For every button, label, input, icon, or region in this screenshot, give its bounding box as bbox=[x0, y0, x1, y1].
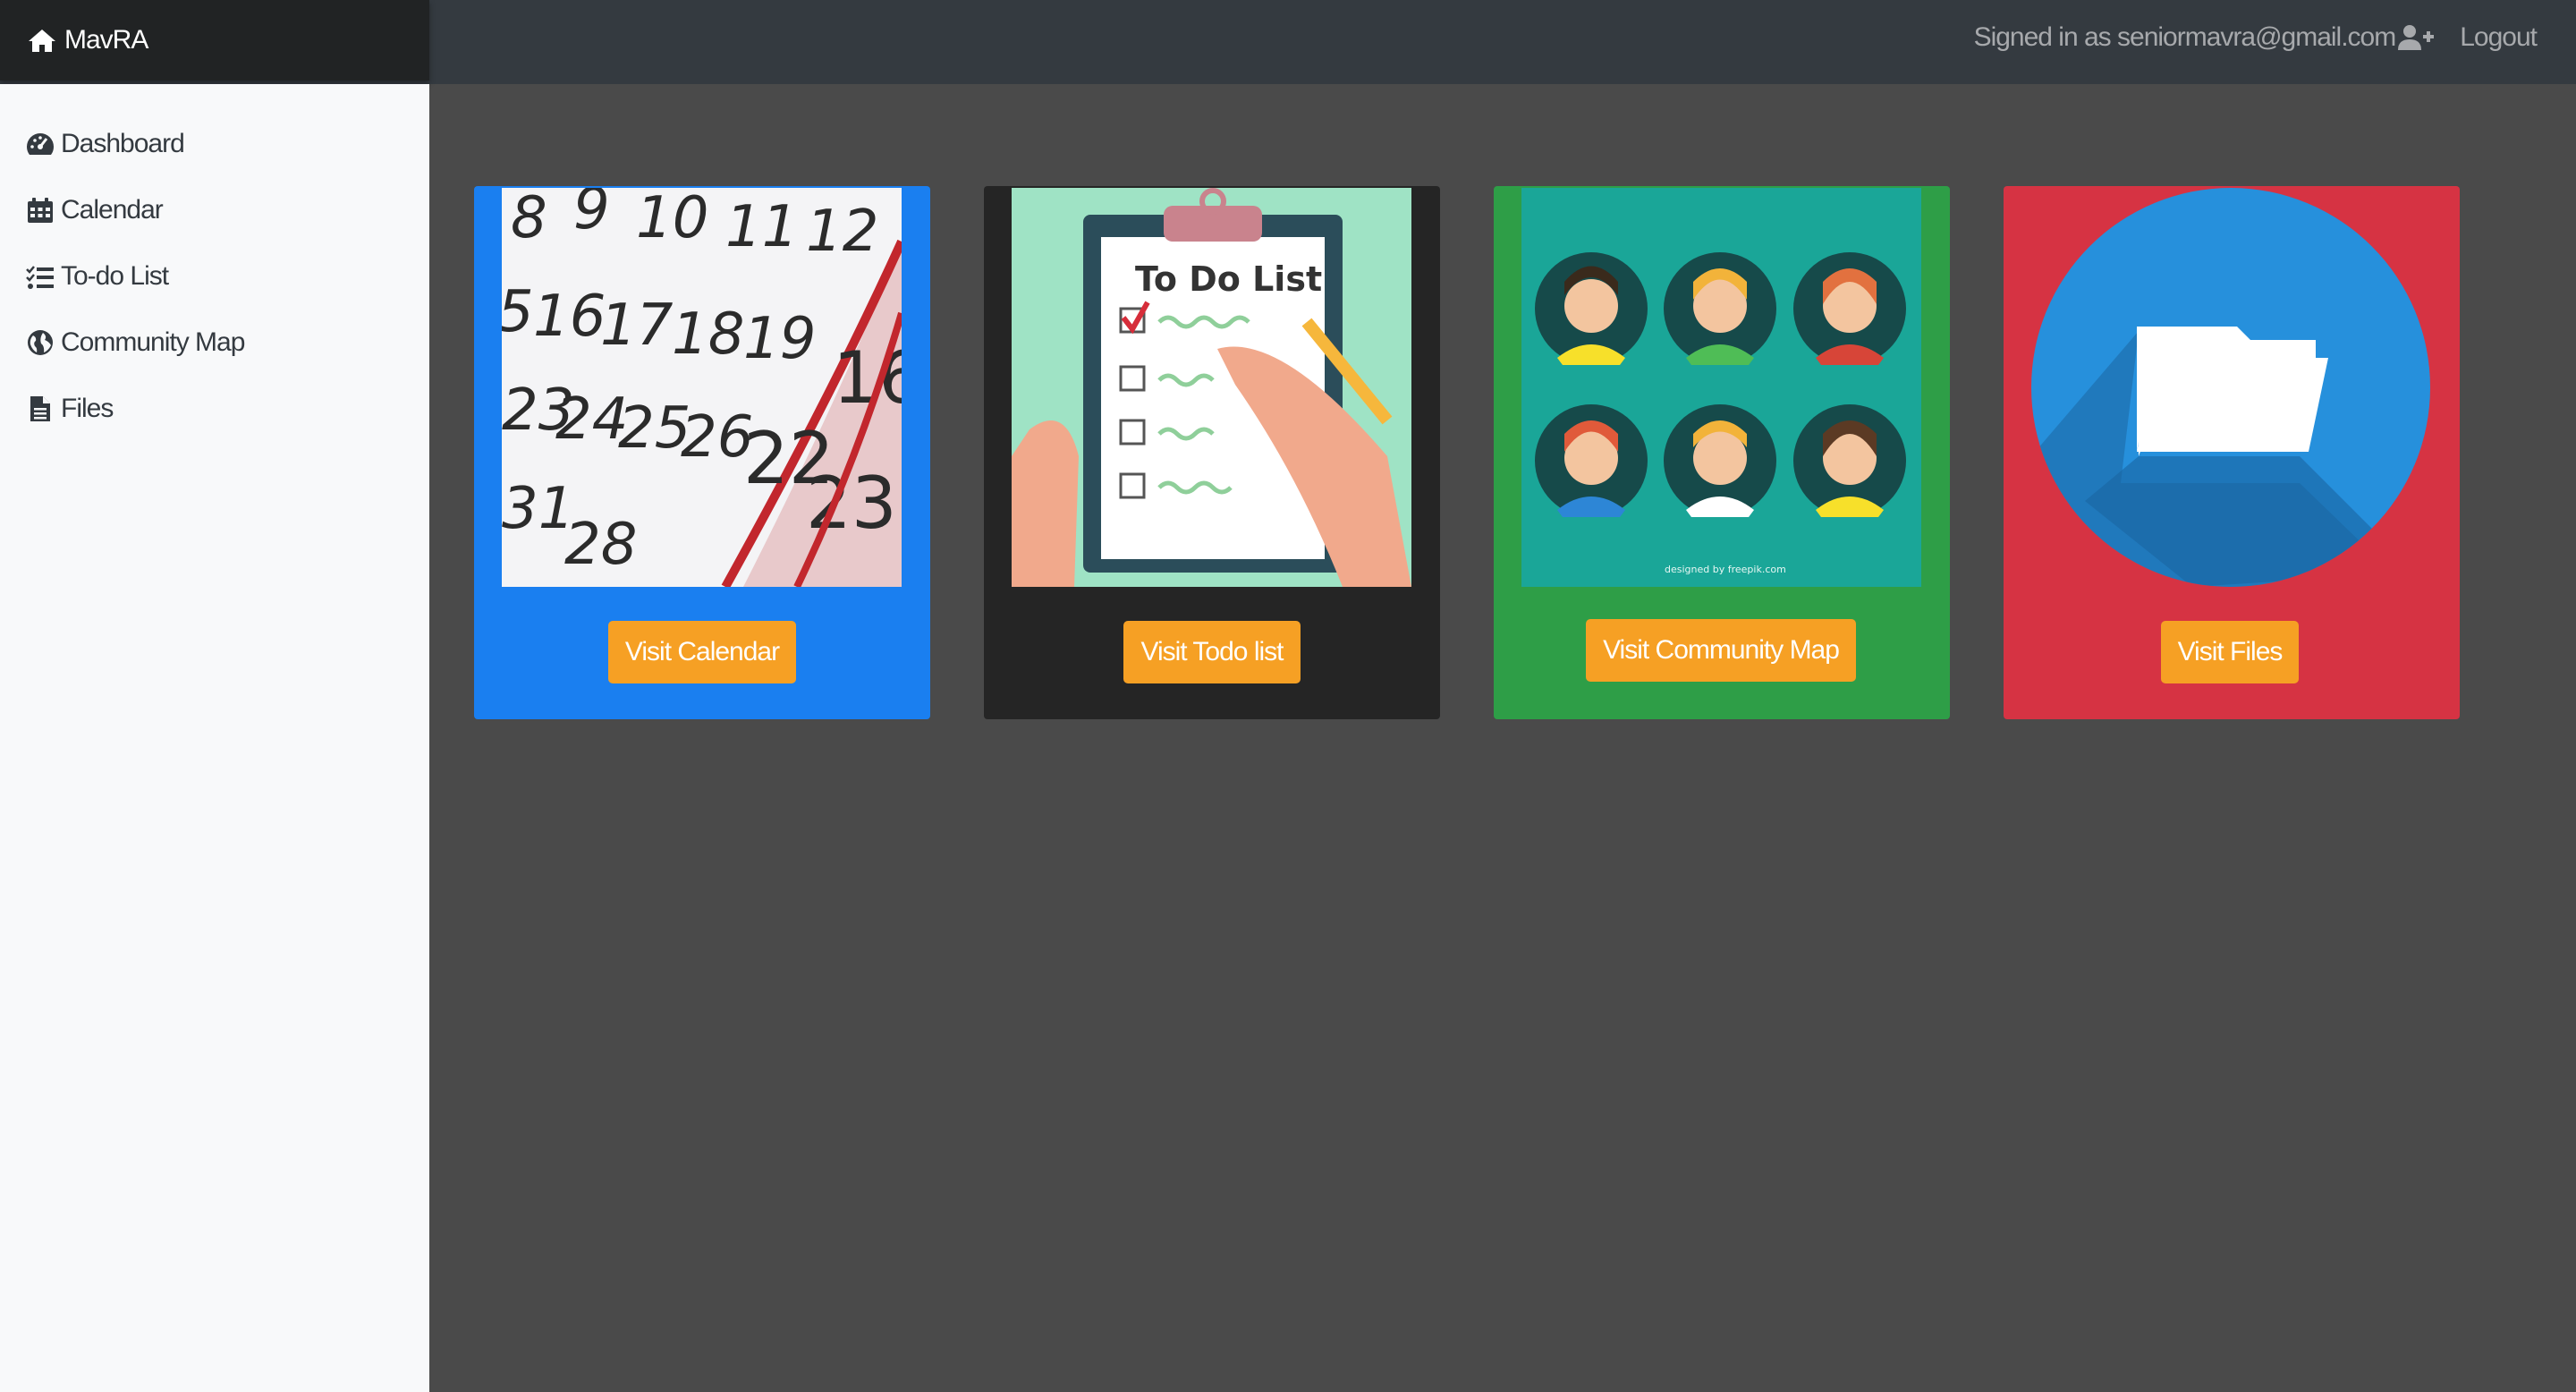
svg-text:12: 12 bbox=[806, 199, 878, 265]
home-icon bbox=[29, 30, 55, 52]
brand-name: MavRA bbox=[64, 25, 148, 55]
sidebar-item-files[interactable]: Files bbox=[0, 376, 429, 442]
signed-in-text: Signed in as seniormavra@gmail.com bbox=[1973, 22, 2397, 52]
sidebar-item-label: Dashboard bbox=[61, 129, 185, 158]
visit-files-button[interactable]: Visit Files bbox=[2161, 621, 2299, 683]
todo-image-title: To Do List bbox=[1135, 259, 1322, 299]
user-plus-icon[interactable] bbox=[2397, 24, 2435, 51]
sidebar-item-label: Files bbox=[61, 394, 114, 423]
svg-text:16: 16 bbox=[533, 284, 606, 350]
community-avatars-image: designed by freepik.com bbox=[1521, 188, 1921, 587]
svg-text:9: 9 bbox=[573, 188, 610, 242]
todo-card: To Do List Visit Todo list bbox=[984, 186, 1440, 719]
sidebar-item-todo-list[interactable]: To-do List bbox=[0, 243, 429, 310]
community-map-card: designed by freepik.com Visit Community … bbox=[1494, 186, 1950, 719]
visit-calendar-button[interactable]: Visit Calendar bbox=[608, 621, 796, 683]
svg-text:5: 5 bbox=[502, 279, 534, 345]
svg-text:19: 19 bbox=[743, 306, 816, 372]
sidebar-item-label: Community Map bbox=[61, 327, 245, 357]
svg-text:11: 11 bbox=[725, 194, 798, 260]
svg-text:28: 28 bbox=[564, 512, 637, 578]
globe-icon bbox=[28, 330, 53, 355]
sidebar-item-calendar[interactable]: Calendar bbox=[0, 177, 429, 243]
svg-text:8: 8 bbox=[511, 188, 547, 251]
nav-user-area: Signed in as seniormavra@gmail.com Logou… bbox=[1973, 0, 2538, 75]
calendar-icon bbox=[28, 198, 53, 223]
svg-text:10: 10 bbox=[636, 188, 708, 251]
files-card: Visit Files bbox=[2004, 186, 2460, 719]
tachometer-icon bbox=[27, 133, 54, 155]
top-navbar: MavRA Signed in as seniormavra@gmail.com… bbox=[0, 0, 2576, 84]
sidebar-item-label: Calendar bbox=[61, 195, 164, 225]
calendar-card: 8910 1112 51617 1819 232425 26 3128 1622… bbox=[474, 186, 930, 719]
sidebar-item-label: To-do List bbox=[61, 261, 169, 291]
sidebar-item-dashboard[interactable]: Dashboard bbox=[0, 111, 429, 177]
sidebar-item-community-map[interactable]: Community Map bbox=[0, 310, 429, 376]
file-icon bbox=[30, 396, 50, 421]
folder-image bbox=[2031, 188, 2431, 587]
visit-community-map-button[interactable]: Visit Community Map bbox=[1586, 619, 1856, 682]
sidebar: Dashboard Calendar To-do List Community … bbox=[0, 84, 429, 1392]
visit-todo-list-button[interactable]: Visit Todo list bbox=[1123, 621, 1301, 683]
freepik-credit: designed by freepik.com bbox=[1665, 564, 1786, 575]
calendar-image: 8910 1112 51617 1819 232425 26 3128 1622… bbox=[502, 188, 902, 587]
todo-list-image: To Do List bbox=[1012, 188, 1411, 587]
logout-link[interactable]: Logout bbox=[2460, 22, 2538, 53]
brand-link[interactable]: MavRA bbox=[0, 0, 429, 81]
svg-text:17: 17 bbox=[600, 293, 674, 359]
svg-text:18: 18 bbox=[672, 301, 744, 368]
tasks-icon bbox=[26, 266, 54, 289]
